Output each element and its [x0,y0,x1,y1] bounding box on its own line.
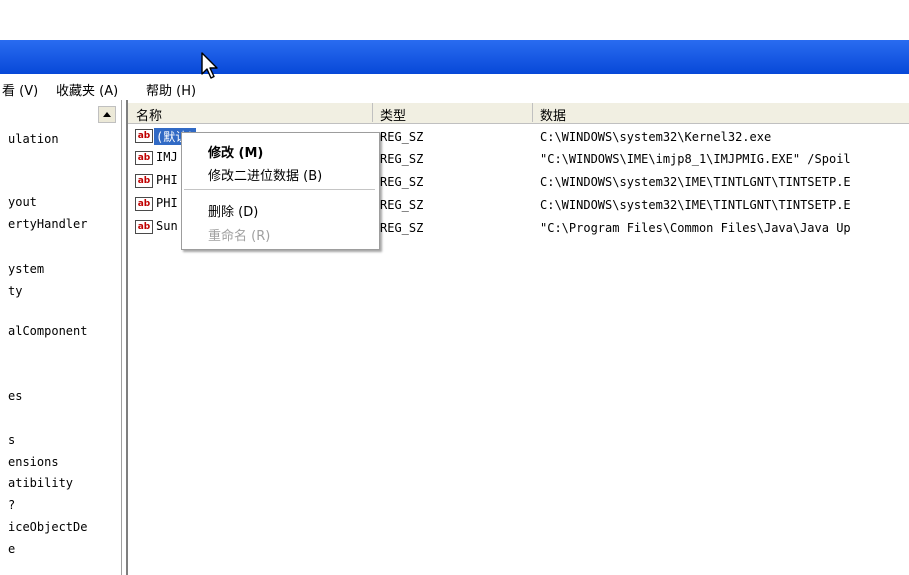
tree-node[interactable]: ? [8,498,15,512]
value-name: PHI [156,173,178,187]
value-name: IMJ [156,150,178,164]
string-value-icon: ab [135,174,153,188]
column-header-data[interactable]: 数据 [540,105,566,124]
list-header: 名称 类型 数据 [128,103,909,124]
value-type: REG_SZ [380,221,424,235]
tree-node[interactable]: e [8,542,15,556]
value-type: REG_SZ [380,130,424,144]
tree-node[interactable]: alComponent [8,324,87,338]
value-data: C:\WINDOWS\system32\Kernel32.exe [540,130,772,144]
value-data: "C:\Program Files\Common Files\Java\Java… [540,221,851,235]
menu-item-modify[interactable]: 修改 (M) [208,142,263,161]
tree-node[interactable]: ertyHandler [8,217,87,231]
tree-node[interactable]: ulation [8,132,59,146]
value-type: REG_SZ [380,198,424,212]
column-header-name[interactable]: 名称 [136,105,162,124]
menu-favorites[interactable]: 收藏夹 (A) [56,80,118,99]
column-divider[interactable] [532,103,533,122]
value-type: REG_SZ [380,175,424,189]
string-value-icon: ab [135,151,153,165]
tree-node[interactable]: s [8,433,15,447]
window-titlebar[interactable] [0,40,909,74]
scroll-up-arrow-icon[interactable] [98,106,116,123]
mouse-pointer-icon [201,52,218,79]
column-divider[interactable] [372,103,373,122]
tree-node[interactable]: iceObjectDe [8,520,87,534]
tree-node[interactable]: yout [8,195,37,209]
value-type: REG_SZ [380,152,424,166]
string-value-icon: ab [135,220,153,234]
value-data: C:\WINDOWS\system32\IME\TINTLGNT\TINTSET… [540,175,851,189]
menu-item-delete[interactable]: 删除 (D) [208,201,258,220]
tree-node[interactable]: ty [8,284,22,298]
registry-tree[interactable]: ulation yout ertyHandler ystem ty alComp… [0,100,122,575]
tree-node[interactable]: ystem [8,262,44,276]
tree-node[interactable]: ensions [8,455,59,469]
string-value-icon: ab [135,129,153,143]
column-header-type[interactable]: 类型 [380,105,406,124]
menu-view[interactable]: 看 (V) [2,80,38,99]
tree-node[interactable]: es [8,389,22,403]
value-name: Sun [156,219,178,233]
menu-divider [184,189,375,190]
value-name: PHI [156,196,178,210]
string-value-icon: ab [135,197,153,211]
menu-item-rename[interactable]: 重命名 (R) [208,225,270,244]
menu-item-modify-binary[interactable]: 修改二进位数据 (B) [208,165,322,184]
context-menu: 修改 (M) 修改二进位数据 (B) 删除 (D) 重命名 (R) [181,132,380,250]
menu-bar: 看 (V) 收藏夹 (A) 帮助 (H) [0,74,909,100]
menu-help[interactable]: 帮助 (H) [146,80,196,99]
tree-node[interactable]: atibility [8,476,73,490]
value-data: "C:\WINDOWS\IME\imjp8_1\IMJPMIG.EXE" /Sp… [540,152,851,166]
value-data: C:\WINDOWS\system32\IME\TINTLGNT\TINTSET… [540,198,851,212]
